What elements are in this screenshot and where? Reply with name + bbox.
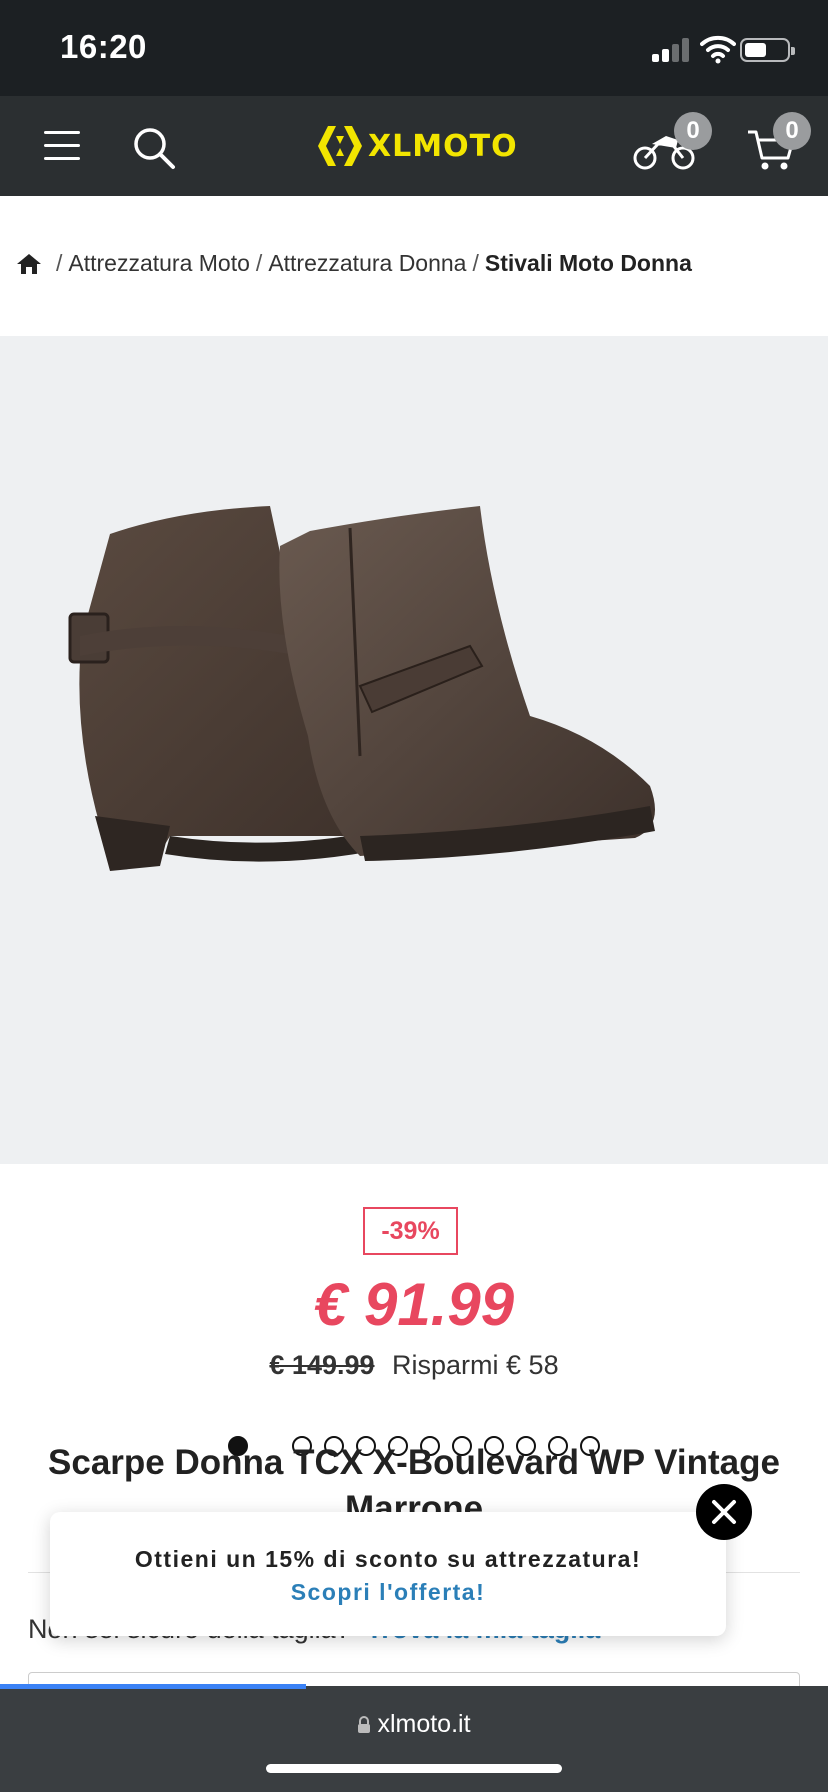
product-price: € 91.99 <box>313 1271 515 1338</box>
close-icon <box>712 1500 736 1524</box>
lock-icon <box>358 1715 371 1733</box>
breadcrumb-separator: / <box>56 250 63 276</box>
home-indicator[interactable] <box>266 1764 562 1773</box>
promo-link[interactable]: Scopri l'offerta! <box>50 1579 726 1606</box>
url-text: xlmoto.it <box>377 1710 471 1738</box>
product-gallery[interactable] <box>0 336 828 1605</box>
breadcrumb-link[interactable]: Attrezzatura Donna <box>268 250 466 277</box>
old-price: € 149.99 <box>269 1350 375 1380</box>
cart-count-badge: 0 <box>773 112 811 150</box>
status-time: 16:20 <box>60 28 147 65</box>
logo-mark-icon <box>318 126 362 166</box>
breadcrumb-separator: / <box>472 250 479 276</box>
logo-text: XLMOTO <box>368 128 518 164</box>
menu-icon[interactable] <box>44 131 80 161</box>
garage-count-badge: 0 <box>674 112 712 150</box>
site-logo[interactable]: XLMOTO <box>314 122 518 170</box>
page-load-progress <box>0 1684 307 1689</box>
status-bar: 16:20 <box>0 0 828 96</box>
search-icon[interactable] <box>132 126 176 170</box>
promo-toast[interactable]: Ottieni un 15% di sconto su attrezzatura… <box>50 1512 726 1636</box>
browser-address-bar[interactable] <box>0 1686 828 1792</box>
discount-badge: -39% <box>363 1207 458 1255</box>
savings-text: Risparmi € 58 <box>392 1350 559 1380</box>
url-display[interactable]: xlmoto.it <box>0 1710 828 1739</box>
battery-icon <box>740 38 795 62</box>
promo-text: Ottieni un 15% di sconto su attrezzatura… <box>134 1546 642 1572</box>
breadcrumb-link[interactable]: Attrezzatura Moto <box>68 250 250 277</box>
breadcrumb: / Attrezzatura Moto / Attrezzatura Donna… <box>16 250 692 277</box>
product-image-boots <box>68 506 655 871</box>
breadcrumb-separator: / <box>255 250 263 276</box>
close-promo-button[interactable] <box>696 1484 752 1540</box>
wifi-icon <box>700 35 736 64</box>
cellular-signal-icon <box>652 38 692 62</box>
price-old-row: € 149.99 Risparmi € 58 <box>0 1350 828 1381</box>
site-header: XLMOTO 0 0 <box>0 96 828 196</box>
breadcrumb-current: Stivali Moto Donna <box>484 250 692 276</box>
home-icon[interactable] <box>16 252 42 276</box>
